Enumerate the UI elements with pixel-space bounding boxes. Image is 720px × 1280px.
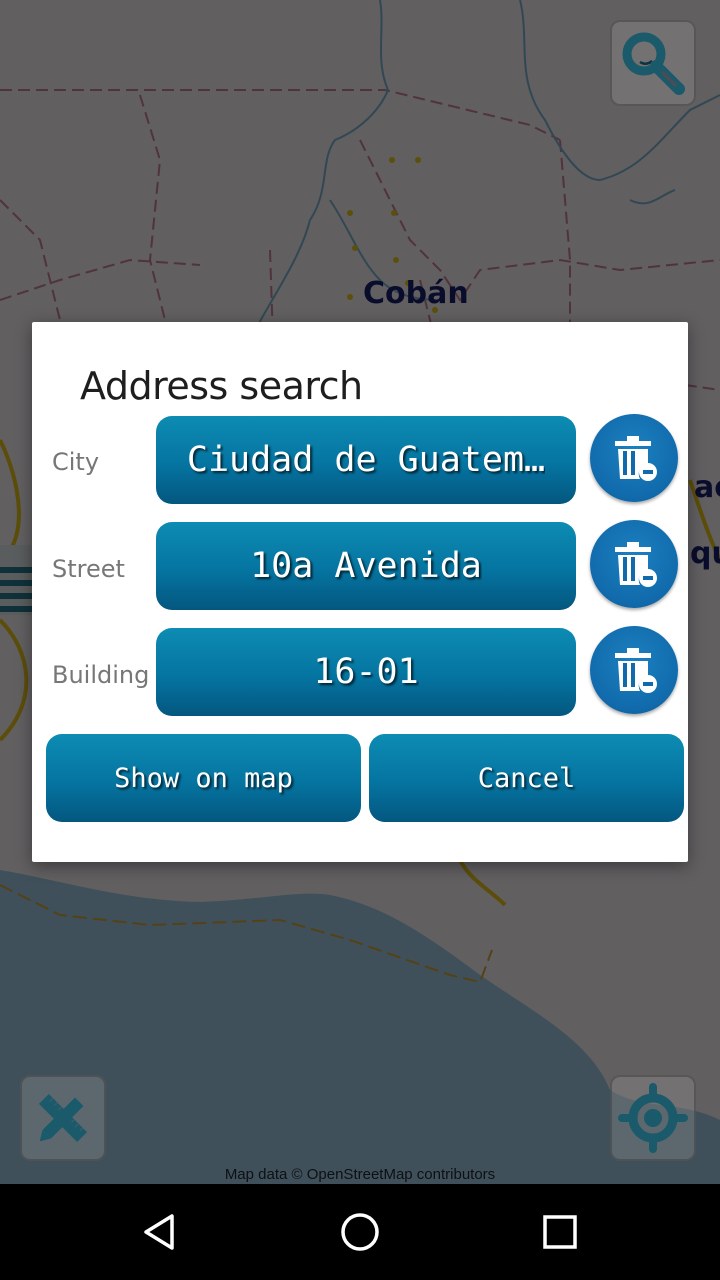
ruler-pencil-icon — [38, 1093, 88, 1143]
cancel-button[interactable]: Cancel — [369, 734, 684, 822]
dialog-title: Address search — [80, 364, 363, 408]
show-on-map-button[interactable]: Show on map — [46, 734, 361, 822]
city-value: Ciudad de Guatem… — [186, 440, 546, 480]
locate-button[interactable] — [610, 1075, 696, 1161]
system-navigation-bar — [0, 1184, 720, 1280]
back-button[interactable] — [136, 1208, 184, 1256]
clear-building-button[interactable] — [590, 626, 678, 714]
recents-square-icon — [543, 1215, 577, 1249]
street-field[interactable]: 10a Avenida — [156, 522, 576, 610]
trash-icon — [615, 542, 657, 587]
edit-tools-button[interactable] — [20, 1075, 106, 1161]
recents-button[interactable] — [536, 1208, 584, 1256]
city-label: City — [52, 448, 100, 476]
street-value: 10a Avenida — [250, 546, 482, 586]
search-button[interactable] — [610, 20, 696, 106]
building-value: 16-01 — [313, 652, 419, 692]
crosshair-location-icon — [618, 1083, 688, 1153]
address-search-dialog: Address search City Ciudad de Guatem… St… — [32, 322, 688, 862]
trash-icon — [615, 648, 657, 693]
street-label: Street — [52, 555, 125, 583]
trash-icon — [615, 436, 657, 481]
building-label: Building — [52, 661, 150, 689]
home-button[interactable] — [336, 1208, 384, 1256]
city-field[interactable]: Ciudad de Guatem… — [156, 416, 576, 504]
clear-street-button[interactable] — [590, 520, 678, 608]
search-icon — [622, 32, 685, 95]
home-circle-icon — [341, 1213, 379, 1251]
building-field[interactable]: 16-01 — [156, 628, 576, 716]
clear-city-button[interactable] — [590, 414, 678, 502]
back-triangle-icon — [144, 1214, 174, 1250]
